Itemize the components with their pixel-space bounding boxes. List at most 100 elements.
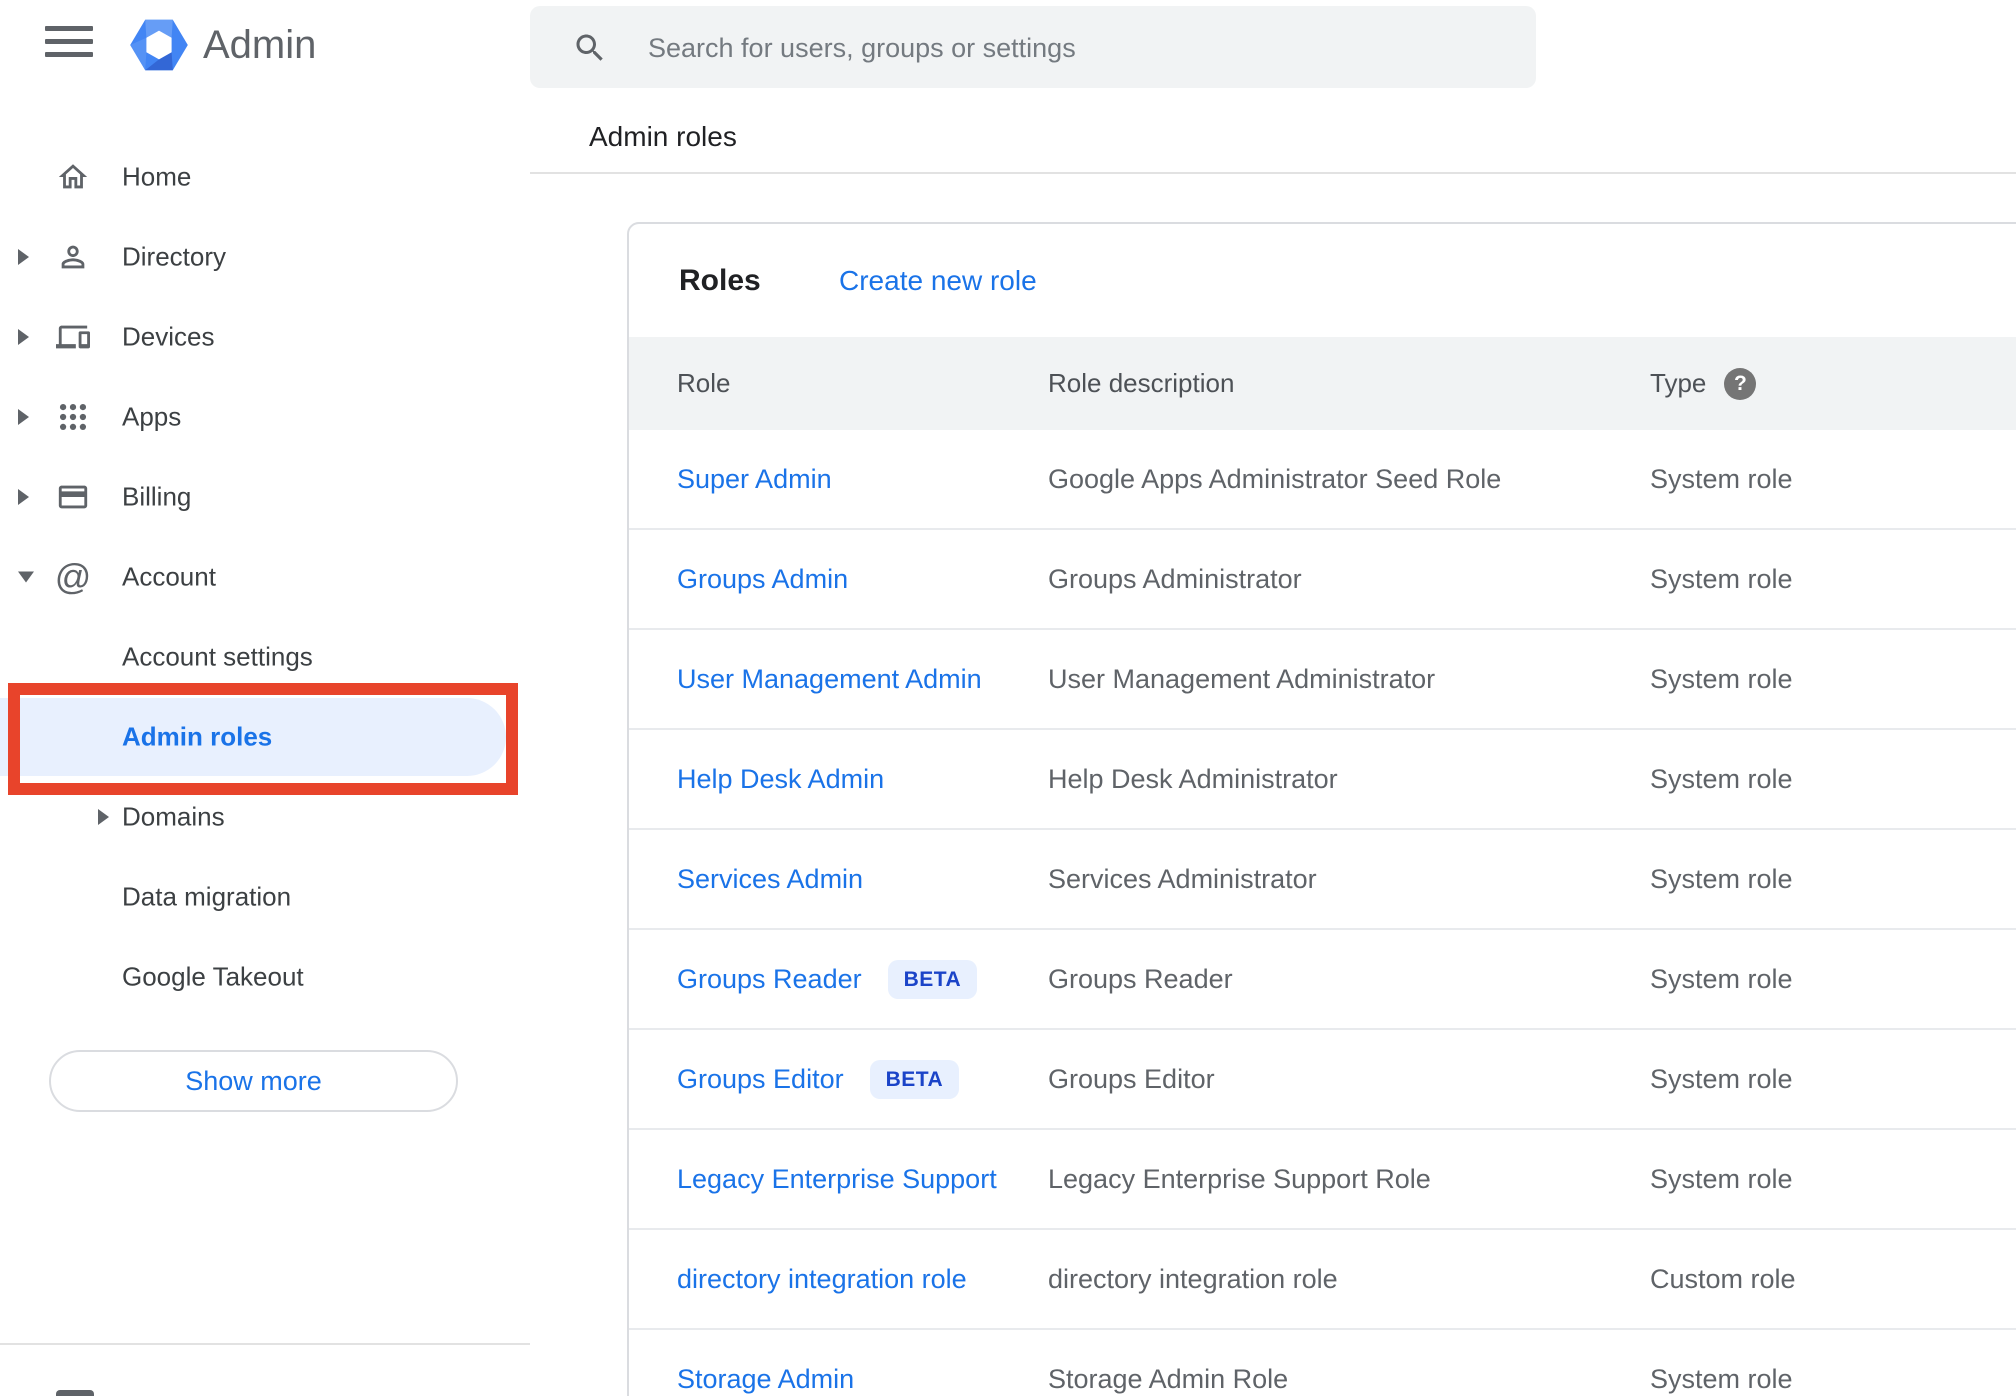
chevron-right-icon[interactable] (98, 809, 109, 825)
sidebar-item-account[interactable]: @ Account (0, 537, 530, 617)
role-description-cell: Groups Reader (1048, 963, 1233, 994)
sidebar-item-label: Apps (122, 401, 182, 432)
sidebar-item-account-settings[interactable]: Account settings (0, 617, 530, 697)
table-row: User Management Admin User Management Adm… (629, 630, 2016, 730)
beta-badge: BETA (887, 959, 978, 999)
role-type-cell: System role (1650, 763, 1793, 794)
show-more-button[interactable]: Show more (49, 1050, 458, 1112)
role-type-cell: System role (1650, 863, 1793, 894)
sidebar-item-home[interactable]: Home (0, 137, 530, 217)
role-description-cell: Groups Editor (1048, 1063, 1215, 1094)
sidebar-item-label: Account (122, 561, 216, 592)
role-cell: directory integration role (677, 1230, 967, 1328)
table-row: Groups Reader BETA Groups Reader System rol… (629, 930, 2016, 1030)
table-header: Role Role description Type ? (629, 337, 2016, 430)
search-input[interactable] (646, 6, 1510, 90)
role-cell: Super Admin (677, 430, 832, 528)
table-row: Super Admin Google Apps Administrator See… (629, 430, 2016, 530)
role-type-cell: System role (1650, 663, 1793, 694)
sidebar-item-devices[interactable]: Devices (0, 297, 530, 377)
breadcrumb: Admin roles (589, 121, 737, 152)
chevron-right-icon[interactable] (18, 329, 29, 345)
role-type-cell: System role (1650, 963, 1793, 994)
role-description-cell: Storage Admin Role (1048, 1363, 1289, 1394)
admin-hexagon-icon (130, 19, 188, 71)
sidebar-item-domains[interactable]: Domains (0, 777, 530, 857)
role-cell: Services Admin (677, 830, 863, 928)
table-body: Super Admin Google Apps Administrator See… (629, 430, 2016, 1396)
role-link[interactable]: Legacy Enterprise Support (677, 1164, 997, 1195)
role-link[interactable]: Services Admin (677, 864, 863, 895)
role-link[interactable]: Groups Editor (677, 1064, 844, 1095)
column-header-role-description: Role description (1048, 368, 1235, 398)
role-description-cell: User Management Administrator (1048, 663, 1436, 694)
create-new-role-link[interactable]: Create new role (839, 265, 1037, 297)
sidebar-item-label: Devices (122, 321, 215, 352)
roles-panel: Roles Create new role Role Role descript… (627, 222, 2016, 1396)
role-link[interactable]: Storage Admin (677, 1364, 854, 1395)
column-header-role: Role (677, 368, 731, 398)
apps-grid-icon (56, 400, 90, 434)
role-description-cell: Groups Administrator (1048, 563, 1302, 594)
sidebar-item-label: Domains (122, 801, 225, 832)
sidebar-item-label: Home (122, 161, 192, 192)
search-icon (576, 34, 603, 61)
role-type-cell: System role (1650, 1363, 1793, 1394)
home-icon (56, 160, 90, 194)
role-cell: User Management Admin (677, 630, 982, 728)
role-cell: Groups Reader BETA (677, 930, 978, 1028)
role-link[interactable]: User Management Admin (677, 664, 982, 695)
roles-panel-header: Roles Create new role (629, 224, 2016, 337)
clipped-sidebar-icon (56, 1390, 94, 1396)
column-header-type: Type ? (1650, 337, 1757, 430)
chevron-right-icon[interactable] (18, 249, 29, 265)
role-description-cell: Google Apps Administrator Seed Role (1048, 463, 1502, 494)
role-link[interactable]: Groups Admin (677, 564, 848, 595)
app-title: Admin (203, 22, 317, 67)
search-bar (530, 6, 1536, 90)
sidebar-item-google-takeout[interactable]: Google Takeout (0, 937, 530, 1017)
sidebar-item-label: Billing (122, 481, 192, 512)
role-type-cell: System role (1650, 563, 1793, 594)
role-type-cell: Custom role (1650, 1263, 1796, 1294)
sidebar-item-data-migration[interactable]: Data migration (0, 857, 530, 937)
table-row: Groups Admin Groups Administrator System r… (629, 530, 2016, 630)
role-type-cell: System role (1650, 463, 1793, 494)
person-icon (56, 240, 90, 274)
chevron-down-icon[interactable] (18, 571, 34, 583)
sidebar-nav: Home Directory Devices Apps Billing @ Account A… (0, 137, 530, 1017)
sidebar-item-directory[interactable]: Directory (0, 217, 530, 297)
sidebar-item-admin-roles[interactable]: Admin roles (0, 683, 530, 795)
beta-badge: BETA (869, 1059, 960, 1099)
sidebar-item-label: Directory (122, 241, 227, 272)
role-cell: Help Desk Admin (677, 730, 884, 828)
table-row: Help Desk Admin Help Desk Administrator Sy… (629, 730, 2016, 830)
devices-icon (56, 320, 90, 354)
breadcrumb-divider (530, 172, 2016, 174)
role-description-cell: Services Administrator (1048, 863, 1317, 894)
help-question-icon[interactable]: ? (1724, 367, 1757, 400)
sidebar-item-label: Admin roles (122, 721, 273, 752)
table-row: directory integration role directory inte… (629, 1230, 2016, 1330)
chevron-right-icon[interactable] (18, 409, 29, 425)
role-link[interactable]: directory integration role (677, 1264, 967, 1295)
table-row: Storage Admin Storage Admin Role System ro… (629, 1330, 2016, 1396)
sidebar-item-billing[interactable]: Billing (0, 457, 530, 537)
panel-title: Roles (679, 263, 761, 297)
role-link[interactable]: Super Admin (677, 464, 832, 495)
hamburger-menu-icon[interactable] (45, 25, 93, 61)
role-link[interactable]: Groups Reader (677, 964, 862, 995)
admin-logo[interactable]: Admin (129, 14, 316, 76)
table-row: Services Admin Services Administrator Syst… (629, 830, 2016, 930)
chevron-right-icon[interactable] (18, 489, 29, 505)
sidebar-item-label: Google Takeout (122, 961, 304, 992)
admin-console-screen: Admin Admin roles Home Directory Devices Ap… (0, 0, 2016, 1396)
role-link[interactable]: Help Desk Admin (677, 764, 884, 795)
sidebar-item-label: Data migration (122, 881, 292, 912)
at-sign-icon: @ (54, 556, 92, 597)
role-cell: Legacy Enterprise Support (677, 1130, 997, 1228)
role-cell: Groups Admin (677, 530, 848, 628)
sidebar-item-apps[interactable]: Apps (0, 377, 530, 457)
table-row: Groups Editor BETA Groups Editor System rol… (629, 1030, 2016, 1130)
role-description-cell: Legacy Enterprise Support Role (1048, 1163, 1431, 1194)
